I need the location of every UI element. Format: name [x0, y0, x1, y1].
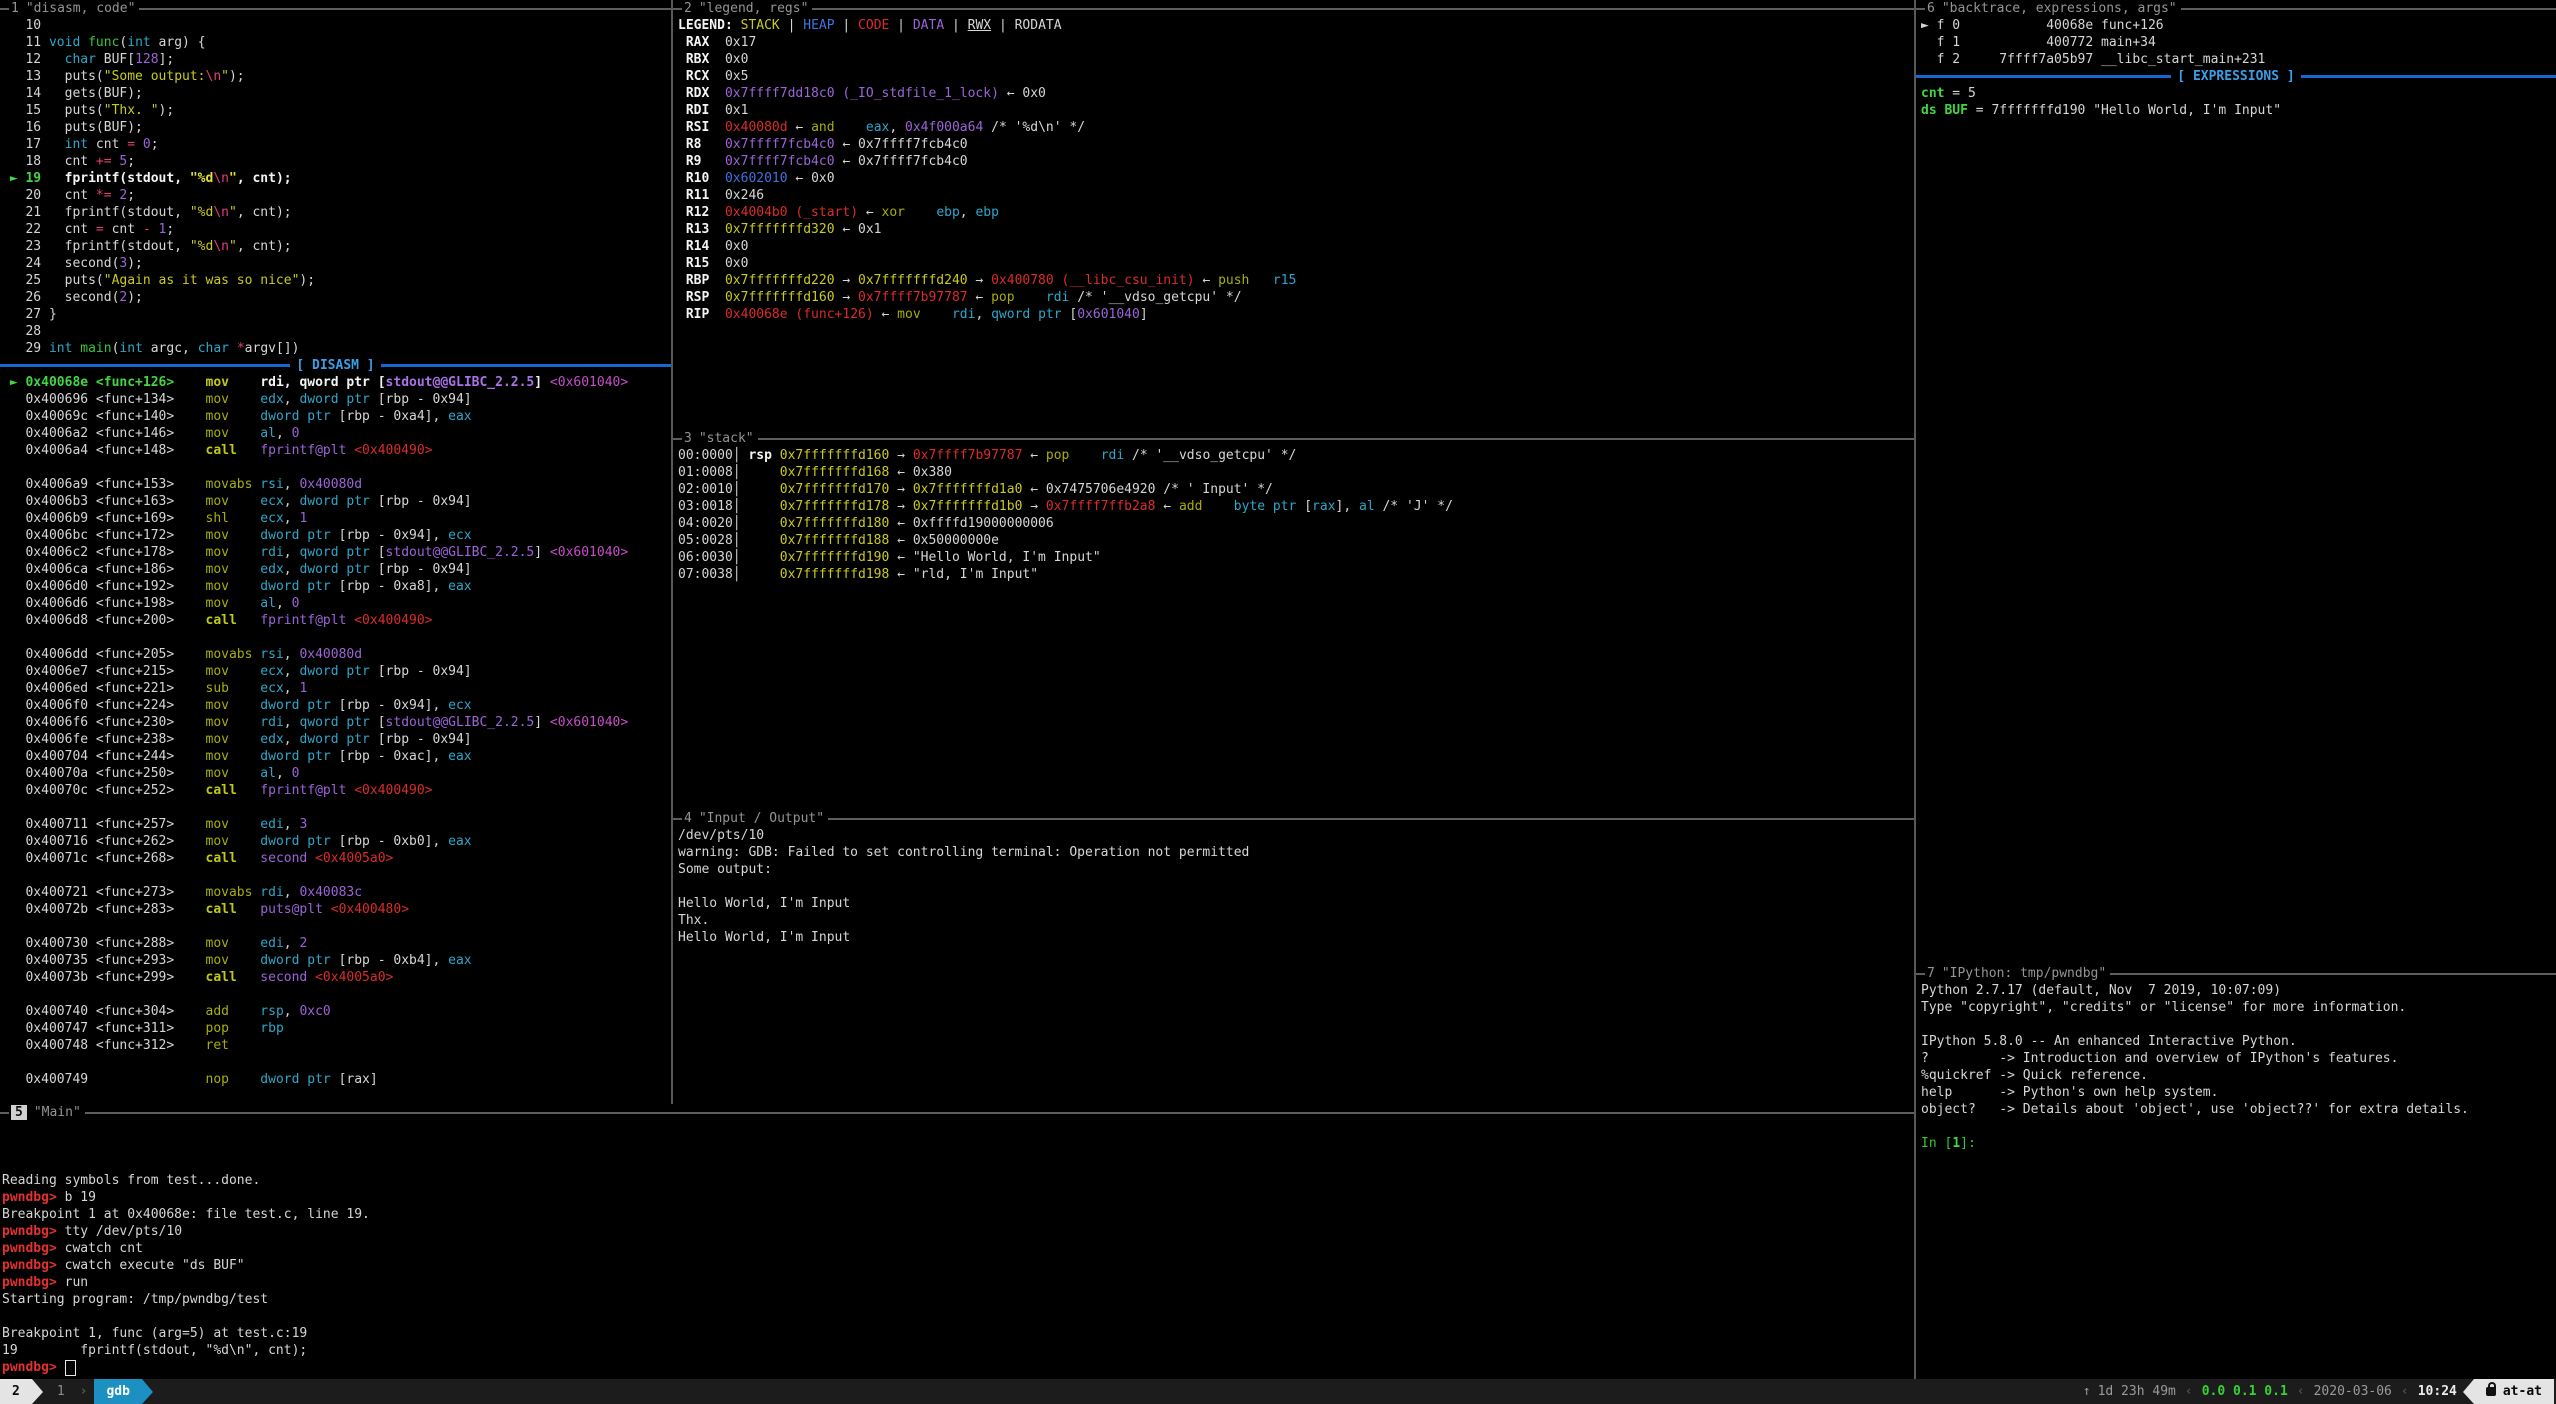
hostname-badge: at-at — [2474, 1379, 2554, 1404]
chevron-left-icon: ‹ — [2185, 1384, 2193, 1399]
pane-number: 4 — [684, 811, 692, 826]
uptime-arrow-icon: ↑ — [2083, 1384, 2091, 1399]
pane-title-main: 5 "Main" — [0, 1104, 1914, 1121]
pane-title-disasm-code: 1 "disasm, code" — [0, 0, 671, 17]
border-line — [812, 8, 1914, 10]
pane-input-output[interactable]: 4 "Input / Output" /dev/pts/10warning: GD… — [673, 810, 1914, 1104]
powerline-separator-icon — [142, 1379, 153, 1404]
pane-label: 7 "IPython: tmp/pwndbg" — [1925, 966, 2110, 981]
border-line — [0, 8, 9, 10]
border-line — [1916, 8, 1925, 10]
border-line — [85, 1112, 1914, 1114]
status-date: 2020-03-06 — [2314, 1384, 2392, 1399]
pane-number: 2 — [684, 1, 692, 16]
pane-number: 3 — [684, 431, 692, 446]
tmux-session-badge[interactable]: 2 — [0, 1379, 32, 1404]
pane-label: 4 "Input / Output" — [682, 811, 828, 826]
backtrace-frames: ► f 0 40068e func+126 f 1 400772 main+34… — [1916, 17, 2556, 68]
separator-line — [1916, 75, 2171, 78]
expressions-separator: [ EXPRESSIONS ] — [1916, 68, 2556, 85]
lock-icon — [2486, 1387, 2496, 1396]
chevron-left-icon: ‹ — [2297, 1384, 2305, 1399]
border-line — [758, 438, 1914, 440]
pane-label: 3 "stack" — [682, 431, 758, 446]
pane-stack[interactable]: 3 "stack" 00:0000│ rsp 0x7fffffffd160 → 0… — [673, 430, 1914, 810]
pane-legend-regs[interactable]: 2 "legend, regs" LEGEND: STACK | HEAP | C… — [673, 0, 1914, 430]
program-io-output: /dev/pts/10warning: GDB: Failed to set c… — [673, 827, 1914, 946]
tmux-status-bar: 2 1 › gdb ↑ 1d 23h 49m ‹ 0.0 0.1 0.1 ‹ 2… — [0, 1379, 2556, 1404]
pane-title-backtrace: 6 "backtrace, expressions, args" — [1916, 0, 2556, 17]
pane-name: "IPython: tmp/pwndbg" — [1942, 966, 2106, 981]
uptime-value: 1d 23h 49m — [2098, 1384, 2176, 1399]
disasm-separator: [ DISASM ] — [0, 357, 671, 374]
pane-name: "disasm, code" — [26, 1, 136, 16]
border-line — [139, 8, 671, 10]
border-line — [1916, 973, 1925, 975]
watch-expressions: cnt = 5ds BUF = 7fffffffd190 "Hello Worl… — [1916, 85, 2556, 119]
pane-title-input-output: 4 "Input / Output" — [673, 810, 1914, 827]
pane-name: "legend, regs" — [699, 1, 809, 16]
border-line — [2110, 973, 2556, 975]
disasm-listing: ► 0x40068e <func+126> mov rdi, qword ptr… — [0, 374, 671, 1088]
pane-disasm-code[interactable]: 1 "disasm, code" 10 11 void func(int arg)… — [0, 0, 671, 1104]
separator-line — [0, 364, 290, 367]
pane-name: "stack" — [699, 431, 754, 446]
pane-main-gdb-console[interactable]: 5 "Main" Reading symbols from test...done… — [0, 1104, 1914, 1379]
hostname-label: at-at — [2503, 1384, 2542, 1399]
powerline-separator-icon — [2463, 1379, 2474, 1404]
pane-number: 1 — [11, 1, 19, 16]
border-line — [673, 8, 682, 10]
pane-name: "Main" — [34, 1105, 81, 1120]
border-line — [2181, 8, 2556, 10]
pane-divider-vertical[interactable] — [1914, 0, 1916, 1379]
ipython-console[interactable]: Python 2.7.17 (default, Nov 7 2019, 10:0… — [1916, 982, 2556, 1152]
stack-list: 00:0000│ rsp 0x7fffffffd160 → 0x7ffff7b9… — [673, 447, 1914, 583]
gdb-console-output[interactable]: Reading symbols from test...done.pwndbg>… — [0, 1121, 1914, 1376]
chevron-right-icon: › — [80, 1384, 88, 1399]
chevron-left-icon: ‹ — [2401, 1384, 2409, 1399]
border-line — [673, 818, 682, 820]
pane-label: 6 "backtrace, expressions, args" — [1925, 1, 2181, 16]
separator-line — [2301, 75, 2556, 78]
tmux-terminal: 1 "disasm, code" 10 11 void func(int arg)… — [0, 0, 2556, 1404]
registers-list: LEGEND: STACK | HEAP | CODE | DATA | RWX… — [673, 17, 1914, 323]
pane-label: 5 "Main" — [9, 1105, 85, 1120]
expressions-separator-label: [ EXPRESSIONS ] — [2171, 69, 2300, 84]
pane-name: "Input / Output" — [699, 811, 824, 826]
tmux-window-tab-gdb[interactable]: gdb — [94, 1379, 141, 1404]
pane-number-active: 5 — [11, 1105, 27, 1120]
pane-label: 2 "legend, regs" — [682, 1, 812, 16]
border-line — [828, 818, 1914, 820]
border-line — [673, 438, 682, 440]
disasm-separator-label: [ DISASM ] — [290, 358, 380, 373]
pane-backtrace-expressions[interactable]: 6 "backtrace, expressions, args" ► f 0 40… — [1916, 0, 2556, 965]
pane-ipython[interactable]: 7 "IPython: tmp/pwndbg" Python 2.7.17 (de… — [1916, 965, 2556, 1379]
pane-title-stack: 3 "stack" — [673, 430, 1914, 447]
status-left: 2 1 › gdb — [0, 1379, 153, 1404]
pane-divider-vertical[interactable] — [671, 0, 673, 1104]
border-line — [0, 1112, 9, 1114]
tmux-window-index[interactable]: 1 — [57, 1384, 65, 1399]
powerline-separator-icon — [32, 1379, 43, 1404]
pane-number: 7 — [1927, 966, 1935, 981]
pane-name: "backtrace, expressions, args" — [1942, 1, 2177, 16]
pane-title-legend-regs: 2 "legend, regs" — [673, 0, 1914, 17]
status-clock: 10:24 — [2418, 1384, 2457, 1399]
pane-number: 6 — [1927, 1, 1935, 16]
source-listing: 10 11 void func(int arg) { 12 char BUF[1… — [0, 17, 671, 357]
pane-label: 1 "disasm, code" — [9, 1, 139, 16]
status-right: ↑ 1d 23h 49m ‹ 0.0 0.1 0.1 ‹ 2020-03-06 … — [2083, 1379, 2554, 1404]
pane-title-ipython: 7 "IPython: tmp/pwndbg" — [1916, 965, 2556, 982]
load-average: 0.0 0.1 0.1 — [2202, 1384, 2288, 1399]
separator-line — [381, 364, 671, 367]
